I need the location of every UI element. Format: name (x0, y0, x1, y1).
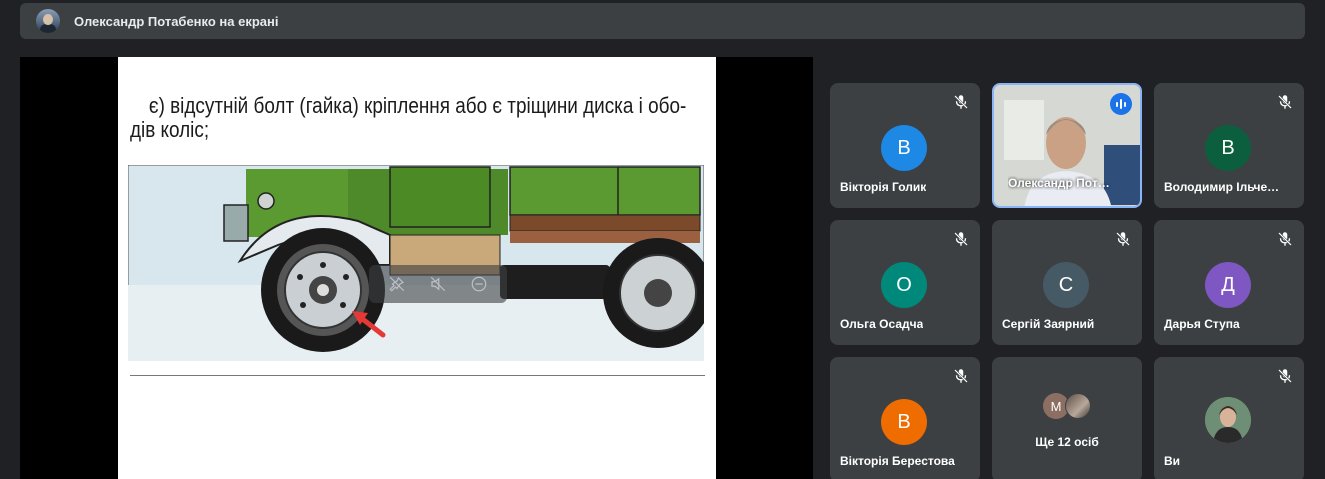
participant-avatar: Д (1205, 262, 1251, 308)
participant-name: Ви (1164, 454, 1181, 468)
participant-tile[interactable]: В Вікторія Голик (830, 83, 980, 208)
presentation-overlay-controls[interactable] (369, 265, 507, 303)
mic-off-icon (1116, 232, 1130, 246)
participant-tile[interactable]: С Сергій Заярний (992, 220, 1142, 345)
presenting-label: Олександр Потабенко на екрані (74, 13, 279, 29)
mic-off-icon (954, 232, 968, 246)
mic-off-icon (1278, 369, 1292, 383)
presenting-bar: Олександр Потабенко на екрані (20, 3, 1305, 39)
participant-name: Ольга Осадча (840, 317, 924, 331)
participant-tile[interactable]: В Володимир Ільче… (1154, 83, 1304, 208)
mic-off-icon (954, 95, 968, 109)
truck-wheel-illustration (128, 165, 704, 361)
participant-tile[interactable]: Д Дарья Ступа (1154, 220, 1304, 345)
mute-audio-icon[interactable] (426, 272, 450, 296)
participant-name: Вікторія Берестова (840, 454, 955, 468)
slide-text-line-2: дів коліс; (130, 117, 210, 142)
participant-avatar: В (881, 125, 927, 171)
speaking-indicator-icon (1110, 93, 1132, 115)
participant-avatar: С (1043, 262, 1089, 308)
participant-tile[interactable]: О Ольга Осадча (830, 220, 980, 345)
presenter-avatar (36, 9, 60, 33)
slide-text: є) відсутній болт (гайка) кріплення або … (130, 93, 687, 142)
mic-off-icon (954, 369, 968, 383)
self-avatar (1205, 397, 1251, 443)
mic-off-icon (1278, 95, 1292, 109)
unpin-icon[interactable] (385, 272, 409, 296)
participant-name: Вікторія Голик (840, 180, 927, 194)
participant-avatar: О (881, 262, 927, 308)
self-tile[interactable]: Ви (1154, 357, 1304, 479)
participant-name: Дарья Ступа (1164, 317, 1240, 331)
shared-screen[interactable]: є) відсутній болт (гайка) кріплення або … (20, 57, 813, 479)
participant-avatar: В (1205, 125, 1251, 171)
participant-name: Олександр Пот… (1008, 176, 1110, 190)
others-tile[interactable]: М Ще 12 осіб (992, 357, 1142, 479)
mini-avatar-photo (1065, 393, 1091, 419)
remove-icon[interactable] (467, 272, 491, 296)
slide-divider (130, 375, 705, 376)
others-count-label: Ще 12 осіб (1035, 435, 1099, 449)
participant-tile[interactable]: В Вікторія Берестова (830, 357, 980, 479)
participant-avatar: В (881, 399, 927, 445)
participant-name: Володимир Ільче… (1164, 180, 1280, 194)
participant-name: Сергій Заярний (1002, 317, 1095, 331)
mic-off-icon (1278, 232, 1292, 246)
slide-text-line-1: є) відсутній болт (гайка) кріплення або … (148, 93, 687, 118)
participant-tile-active-speaker[interactable]: Олександр Пот… (992, 83, 1142, 208)
